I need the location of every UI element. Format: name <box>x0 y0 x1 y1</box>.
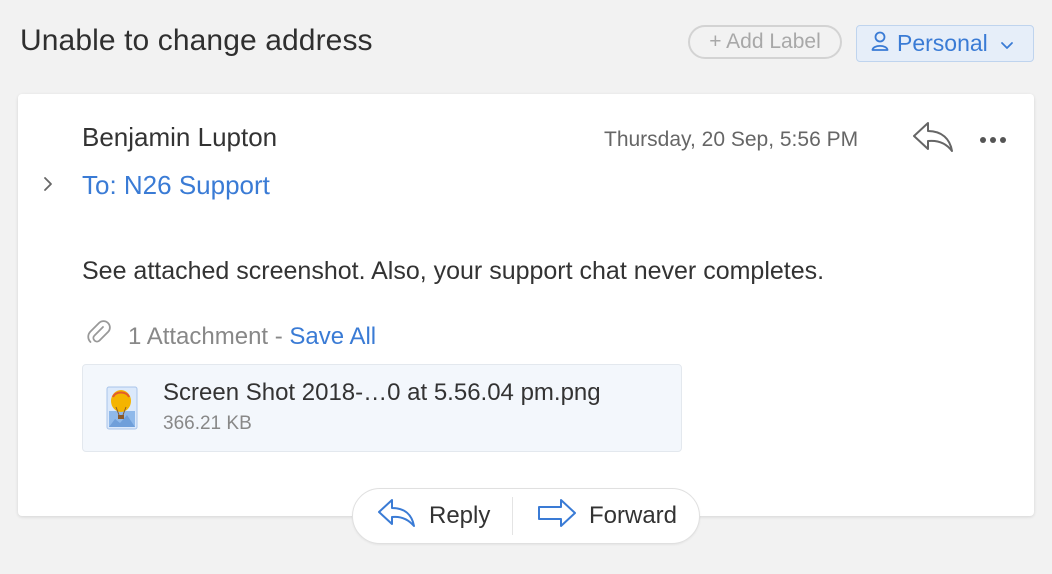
save-all-link[interactable]: Save All <box>289 323 376 350</box>
reply-forward-bar: Reply Forward <box>352 488 700 544</box>
more-icon[interactable] <box>978 132 1008 150</box>
folder-label: Personal <box>897 30 988 56</box>
chevron-right-icon[interactable] <box>42 176 54 197</box>
forward-label: Forward <box>589 502 678 529</box>
attachments-count: 1 Attachment - <box>128 322 283 350</box>
sender-name: Benjamin Lupton <box>82 122 278 152</box>
folder-selector[interactable]: Personal <box>856 25 1034 62</box>
reply-icon[interactable] <box>912 120 954 159</box>
message-card: Benjamin Lupton To: N26 Support Thursday… <box>18 94 1034 516</box>
attachment-item[interactable]: Screen Shot 2018-…0 at 5.56.04 pm.png 36… <box>82 364 682 452</box>
add-label-button[interactable]: + Add Label <box>688 25 842 59</box>
attachment-size: 366.21 KB <box>163 413 252 434</box>
image-file-icon <box>105 385 139 436</box>
reply-arrow-icon <box>377 498 417 535</box>
attachments-header: 1 Attachment - Save All <box>86 320 376 353</box>
reply-button[interactable]: Reply <box>377 489 490 543</box>
forward-icon <box>537 498 577 535</box>
chevron-down-icon <box>1000 30 1014 57</box>
email-subject: Unable to change address <box>20 24 373 57</box>
recipient-line[interactable]: To: N26 Support <box>82 170 270 201</box>
reply-label: Reply <box>429 502 491 529</box>
forward-button[interactable]: Forward <box>537 489 677 543</box>
message-body: See attached screenshot. Also, your supp… <box>82 257 825 285</box>
message-date: Thursday, 20 Sep, 5:56 PM <box>604 128 859 151</box>
paperclip-icon <box>86 320 112 353</box>
attachment-name: Screen Shot 2018-…0 at 5.56.04 pm.png <box>163 379 601 406</box>
divider <box>512 497 513 535</box>
person-icon <box>871 30 889 57</box>
